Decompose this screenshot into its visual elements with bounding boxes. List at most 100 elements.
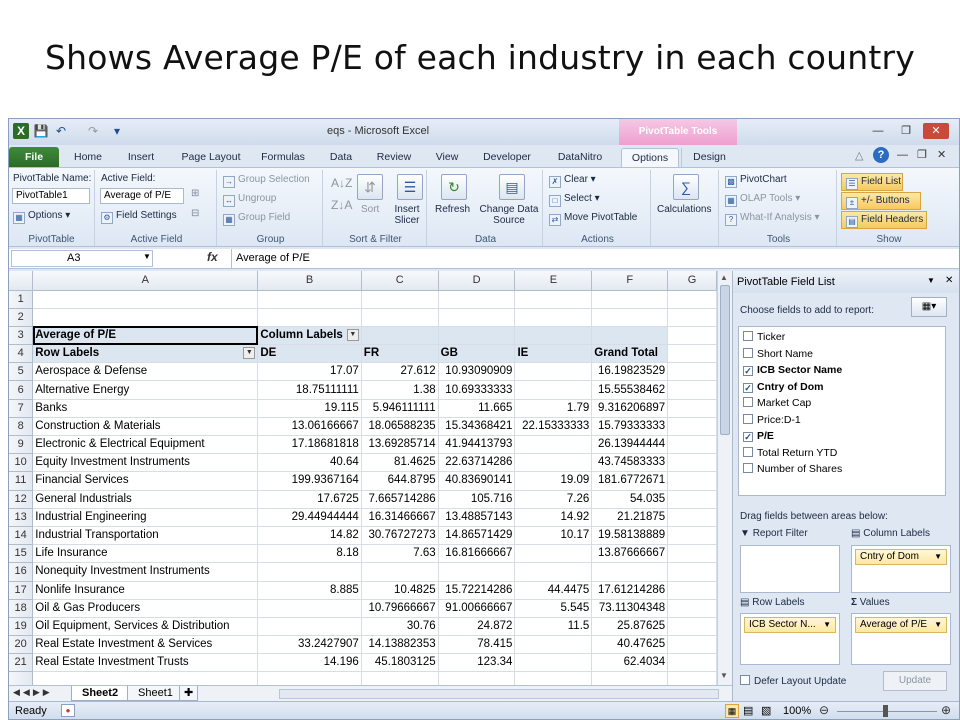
value-cell[interactable]: 73.11304348 — [591, 599, 669, 618]
cell[interactable] — [667, 508, 717, 527]
value-cell[interactable] — [257, 599, 362, 618]
value-cell[interactable]: 29.44944444 — [257, 508, 362, 527]
value-cell[interactable]: 19.09 — [514, 471, 593, 491]
row-labels-cell[interactable]: Row Labels ▼ — [32, 344, 259, 364]
cell[interactable] — [257, 290, 362, 309]
value-cell[interactable] — [514, 653, 593, 673]
value-cell[interactable] — [514, 453, 593, 473]
value-cell[interactable]: 8.885 — [257, 581, 362, 600]
value-cell[interactable] — [361, 562, 439, 582]
row-label-cell[interactable]: Nonequity Investment Instruments — [32, 562, 259, 582]
column-header[interactable]: A — [32, 271, 259, 291]
value-cell[interactable] — [514, 362, 593, 382]
refresh-button[interactable]: Refresh — [435, 204, 470, 215]
panel-dropdown-icon[interactable]: ▼ — [927, 276, 935, 285]
cell[interactable] — [667, 671, 717, 685]
value-cell[interactable]: 9.316206897 — [591, 399, 669, 418]
cell[interactable] — [32, 308, 259, 327]
restore-icon[interactable]: ❐ — [893, 123, 919, 139]
row-header[interactable]: 14 — [9, 526, 34, 546]
field-layout-icon[interactable]: ▦▾ — [911, 297, 947, 317]
sort-za-icon[interactable]: Z↓A — [331, 198, 352, 212]
value-cell[interactable]: 22.15333333 — [514, 417, 593, 437]
pivot-column-header[interactable]: IE — [514, 344, 593, 364]
value-cell[interactable]: 11.5 — [514, 617, 593, 637]
cell[interactable] — [438, 671, 516, 685]
tab-file[interactable]: File — [9, 147, 59, 167]
column-header[interactable]: B — [257, 271, 362, 291]
zoom-level[interactable]: 100% — [783, 705, 811, 717]
field-item[interactable]: Price:D-1 — [743, 413, 801, 430]
sheet-tab-sheet2[interactable]: Sheet2 — [71, 686, 130, 701]
row-header[interactable]: 12 — [9, 490, 34, 509]
report-filter-area[interactable] — [740, 545, 840, 593]
value-cell[interactable]: 24.872 — [438, 617, 516, 637]
cell[interactable] — [667, 599, 717, 618]
value-cell[interactable]: 27.612 — [361, 362, 439, 382]
pivot-column-header[interactable]: DE — [257, 344, 362, 364]
row-header[interactable]: 13 — [9, 508, 34, 527]
horizontal-scrollbar[interactable] — [279, 689, 719, 699]
cell[interactable] — [257, 308, 362, 327]
row-label-cell[interactable]: Life Insurance — [32, 544, 259, 564]
pivottable-name-input[interactable]: PivotTable1 — [12, 188, 90, 204]
cell[interactable] — [667, 362, 717, 382]
row-label-cell[interactable]: Electronic & Electrical Equipment — [32, 435, 259, 455]
row-label-cell[interactable]: Industrial Engineering — [32, 508, 259, 527]
cell[interactable] — [667, 399, 717, 418]
select-all-corner[interactable] — [9, 271, 34, 291]
cell[interactable] — [257, 671, 362, 685]
row-label-cell[interactable]: Oil Equipment, Services & Distribution — [32, 617, 259, 637]
tab-page-layout[interactable]: Page Layout — [173, 148, 249, 167]
field-item[interactable]: Market Cap — [743, 396, 811, 413]
tab-data[interactable]: Data — [321, 148, 361, 167]
field-item[interactable]: Ticker — [743, 330, 785, 347]
cell[interactable] — [667, 308, 717, 327]
cell[interactable] — [591, 290, 669, 309]
value-cell[interactable]: 45.1803125 — [361, 653, 439, 673]
tab-datanitro[interactable]: DataNitro — [547, 148, 613, 167]
calculations-button[interactable]: Calculations — [657, 204, 711, 215]
workbook-minimize-icon[interactable]: — — [897, 149, 908, 161]
cell[interactable] — [514, 326, 593, 346]
row-label-cell[interactable]: Oil & Gas Producers — [32, 599, 259, 618]
ungroup-button[interactable]: ↔ Ungroup — [223, 193, 276, 207]
tab-review[interactable]: Review — [369, 148, 419, 167]
value-cell[interactable]: 22.63714286 — [438, 453, 516, 473]
cell[interactable] — [361, 671, 439, 685]
checkbox-icon[interactable] — [743, 413, 753, 424]
cell[interactable] — [667, 635, 717, 655]
value-cell[interactable]: 5.946111111 — [361, 399, 439, 418]
options-button[interactable]: ▦ Options ▾ — [13, 210, 70, 224]
row-header[interactable]: 10 — [9, 453, 34, 473]
select-button[interactable]: □ Select ▾ — [549, 193, 600, 207]
value-cell[interactable]: 17.6725 — [257, 490, 362, 509]
value-cell[interactable]: 1.38 — [361, 380, 439, 400]
value-cell[interactable] — [257, 562, 362, 582]
value-cell[interactable]: 13.06166667 — [257, 417, 362, 437]
undo-icon[interactable]: ↶ — [53, 123, 69, 139]
checkbox-icon[interactable] — [743, 463, 753, 473]
insert-function-icon[interactable]: fx — [207, 250, 218, 264]
value-cell[interactable]: 199.9367164 — [257, 471, 362, 491]
scroll-up-icon[interactable]: ▲ — [720, 273, 728, 282]
value-cell[interactable]: 18.06588235 — [361, 417, 439, 437]
name-box[interactable]: A3 — [11, 250, 153, 267]
page-break-view-icon[interactable]: ▧ — [761, 704, 771, 717]
cell[interactable] — [591, 326, 669, 346]
vertical-scrollbar[interactable]: ▲ ▼ — [717, 271, 732, 685]
row-header[interactable]: 21 — [9, 653, 34, 673]
value-cell[interactable] — [514, 380, 593, 400]
row-label-cell[interactable]: Industrial Transportation — [32, 526, 259, 546]
insert-slicer-button[interactable]: Insert Slicer — [387, 204, 427, 226]
sort-button-label[interactable]: Sort — [361, 204, 379, 215]
cell[interactable] — [32, 671, 259, 685]
tab-view[interactable]: View — [427, 148, 467, 167]
cell[interactable] — [591, 671, 669, 685]
value-cell[interactable] — [514, 435, 593, 455]
value-cell[interactable]: 8.18 — [257, 544, 362, 564]
icb-sector-chip[interactable]: ICB Sector N... ▼ — [744, 617, 836, 633]
field-list-button[interactable]: ☰ Field List — [841, 173, 903, 191]
cell[interactable] — [361, 326, 439, 346]
customize-toolbar-icon[interactable]: ▾ — [109, 123, 125, 139]
